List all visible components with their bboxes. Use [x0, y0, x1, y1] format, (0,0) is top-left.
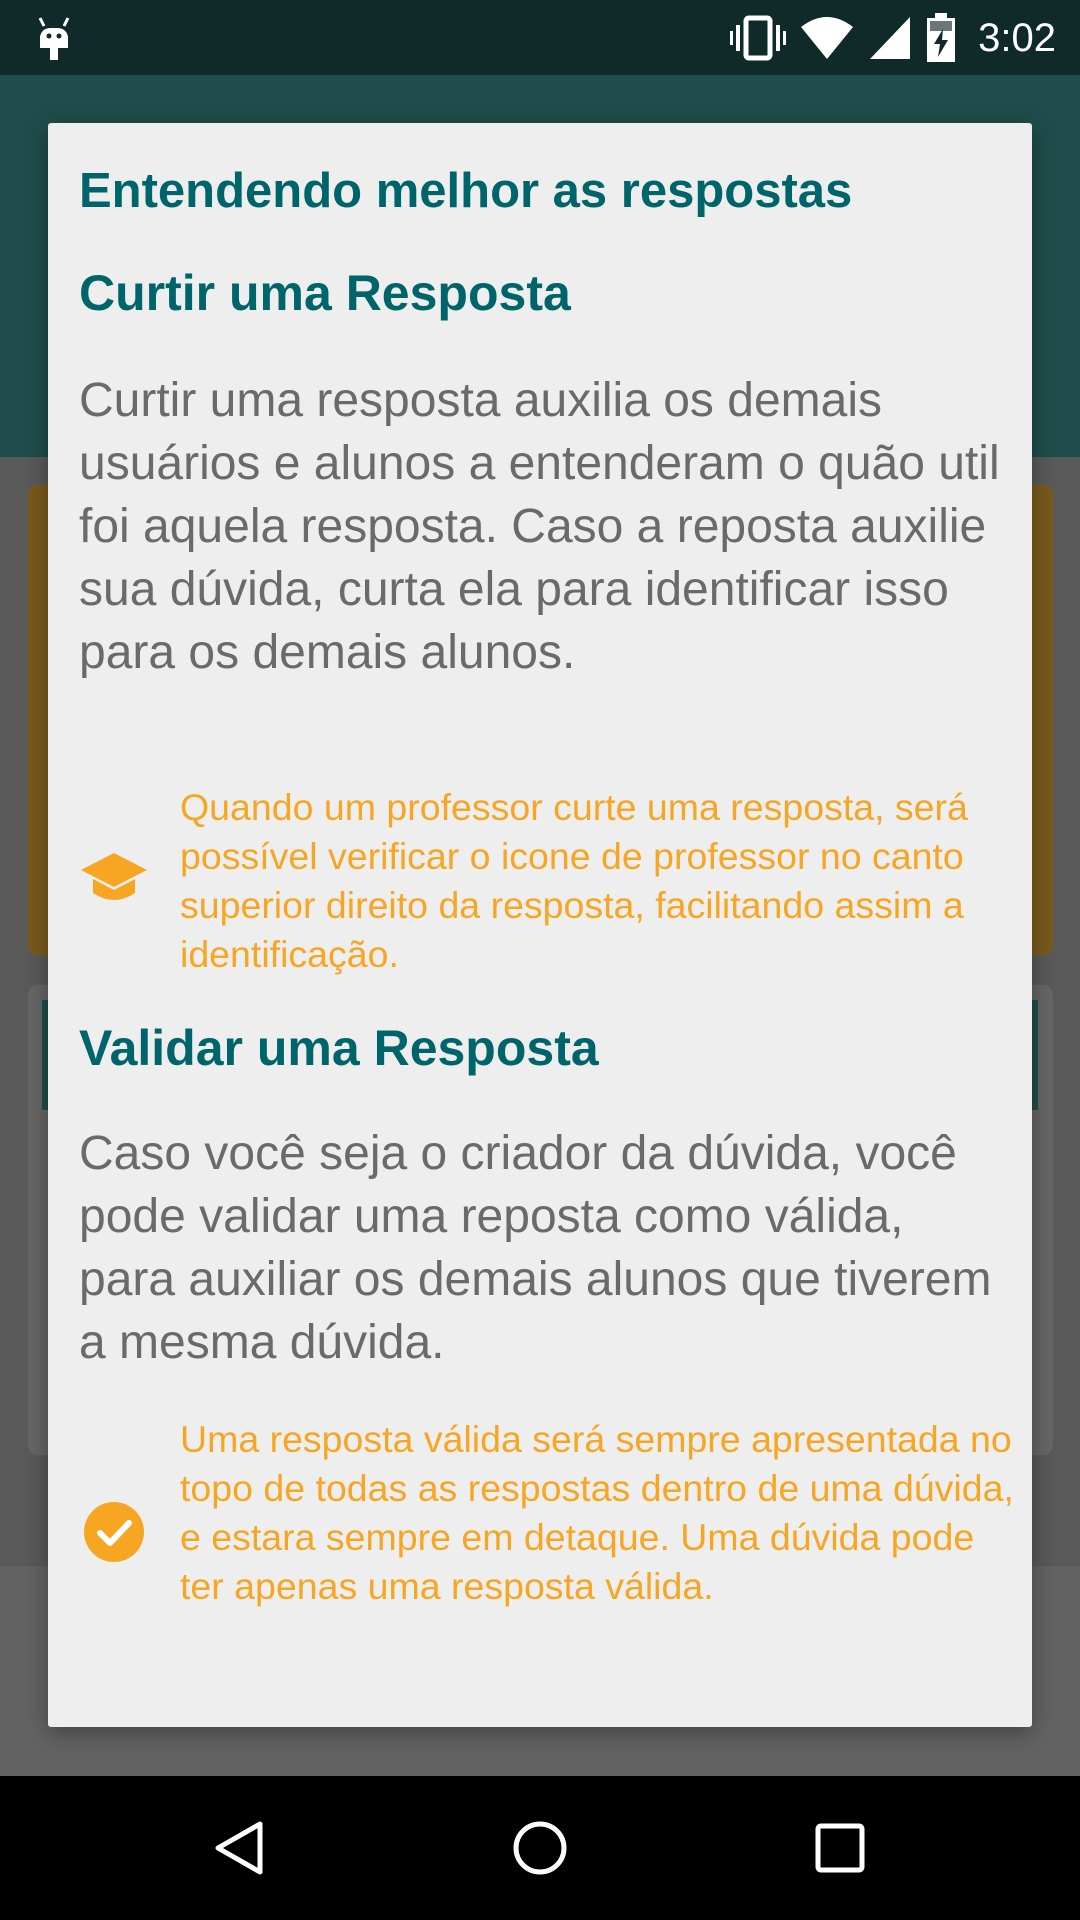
- home-icon[interactable]: [510, 1818, 570, 1878]
- wifi-icon: [801, 17, 854, 59]
- section-note-validar: Uma resposta válida será sempre apresent…: [180, 1418, 1014, 1607]
- dialog-title: Entendendo melhor as respostas: [79, 164, 853, 218]
- help-dialog: Entendendo melhor as respostas Curtir um…: [48, 123, 1032, 1727]
- recents-icon[interactable]: [810, 1818, 870, 1878]
- status-bar: 3:02: [0, 0, 1080, 75]
- section-title-validar: Validar uma Resposta: [79, 1020, 599, 1076]
- section-title-curtir: Curtir uma Resposta: [79, 265, 571, 321]
- navigation-bar: [0, 1776, 1080, 1920]
- check-circle-icon: [84, 1502, 144, 1562]
- battery-charging-icon: [927, 13, 956, 62]
- signal-icon: [870, 17, 911, 59]
- android-icon: [38, 17, 70, 60]
- section-body-validar: Caso você seja o criador da dúvida, você…: [79, 1127, 992, 1369]
- section-body-curtir: Curtir uma resposta auxilia os demais us…: [79, 374, 1000, 679]
- section-note-curtir: Quando um professor curte uma resposta, …: [180, 786, 968, 975]
- vibrate-icon: [730, 15, 787, 61]
- status-time: 3:02: [978, 15, 1056, 60]
- back-icon[interactable]: [210, 1818, 270, 1878]
- graduation-cap-icon: [81, 853, 147, 900]
